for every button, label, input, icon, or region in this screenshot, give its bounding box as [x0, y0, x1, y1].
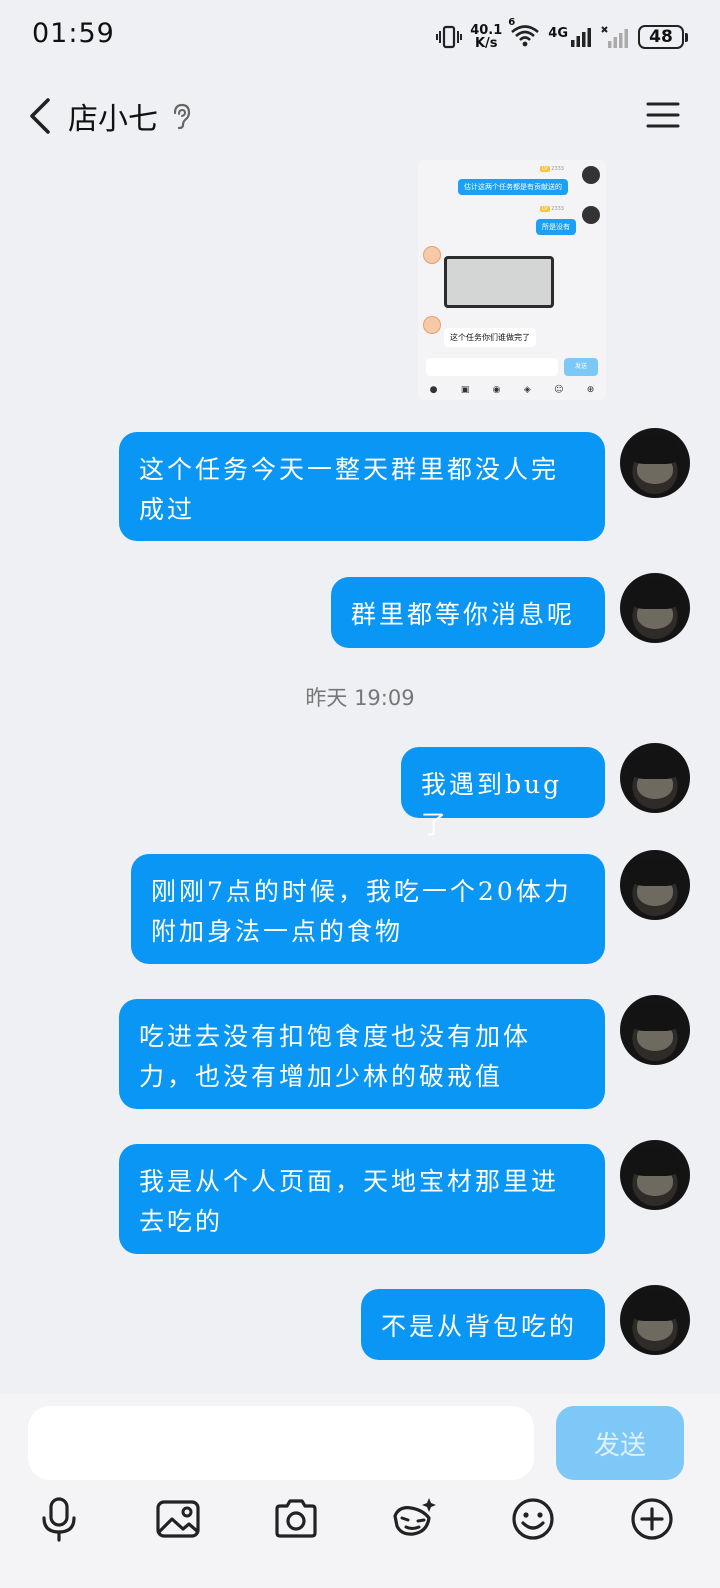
message-bubble[interactable]: 这个任务今天一整天群里都没人完成过 — [119, 432, 605, 541]
message-bubble[interactable]: 刚刚7点的时候，我吃一个20体力附加身法一点的食物 — [131, 854, 605, 964]
input-area: 发送 — [0, 1394, 720, 1588]
chat-title[interactable]: 店小七 — [68, 94, 158, 138]
camera-icon[interactable] — [271, 1494, 321, 1544]
message-bubble[interactable]: 我遇到bug了 — [401, 747, 605, 839]
mini-tag: LV 2333 — [540, 206, 564, 212]
message-input[interactable] — [28, 1406, 534, 1480]
mini-photo — [444, 256, 554, 308]
emoji-icon[interactable] — [508, 1494, 558, 1544]
avatar[interactable] — [620, 1285, 690, 1355]
sticker-icon[interactable] — [389, 1494, 439, 1544]
mini-avatar — [423, 246, 441, 264]
ear-icon[interactable] — [170, 102, 192, 130]
mini-tag: LV 2333 — [540, 166, 564, 172]
mini-bubble: 这个任务你们谁做完了 — [444, 328, 536, 347]
vibrate-icon — [436, 25, 463, 49]
status-icons: 40.1 K/s 6 4G 48 — [436, 17, 688, 52]
avatar[interactable] — [620, 995, 690, 1065]
avatar[interactable] — [620, 1140, 690, 1210]
screenshot-image-message[interactable]: LV 2333 估计这两个任务都是有贡献送的 LV 2333 所是没有 这个任务… — [418, 160, 606, 400]
battery-indicator: 48 — [638, 25, 688, 49]
status-time: 01:59 — [32, 18, 115, 49]
back-icon[interactable] — [22, 94, 58, 138]
mini-bubble: 估计这两个任务都是有贡献送的 — [458, 179, 568, 195]
mini-toolbar: ● ▣ ◉ ◈ ☺ ⊕ — [429, 385, 595, 395]
avatar[interactable] — [620, 850, 690, 920]
net-speed: 40.1 K/s — [470, 23, 503, 51]
status-bar: 01:59 40.1 K/s 6 4G 48 — [0, 0, 720, 76]
signal-off-icon — [601, 26, 628, 48]
microphone-icon[interactable] — [34, 1494, 84, 1544]
avatar[interactable] — [620, 428, 690, 498]
mini-avatar — [423, 316, 441, 334]
mini-avatar — [582, 206, 600, 224]
input-toolbar — [0, 1494, 720, 1554]
message-bubble[interactable]: 不是从背包吃的 — [361, 1289, 605, 1360]
timestamp: 昨天 19:09 — [305, 686, 415, 710]
mini-send: 发送 — [564, 358, 598, 376]
mini-input — [426, 358, 558, 376]
mini-avatar — [582, 166, 600, 184]
message-bubble[interactable]: 我是从个人页面，天地宝材那里进去吃的 — [119, 1144, 605, 1254]
avatar[interactable] — [620, 743, 690, 813]
avatar[interactable] — [620, 573, 690, 643]
send-button[interactable]: 发送 — [556, 1406, 684, 1480]
message-bubble[interactable]: 群里都等你消息呢 — [331, 577, 605, 648]
chat-header: 店小七 — [0, 76, 720, 156]
plus-icon[interactable] — [627, 1494, 677, 1544]
image-icon[interactable] — [153, 1494, 203, 1544]
mini-bubble: 所是没有 — [536, 219, 576, 235]
message-bubble[interactable]: 吃进去没有扣饱食度也没有加体力，也没有增加少林的破戒值 — [119, 999, 605, 1109]
wifi-icon: 6 — [508, 17, 540, 51]
menu-icon[interactable] — [646, 100, 680, 130]
signal-icon: 4G — [548, 26, 592, 48]
